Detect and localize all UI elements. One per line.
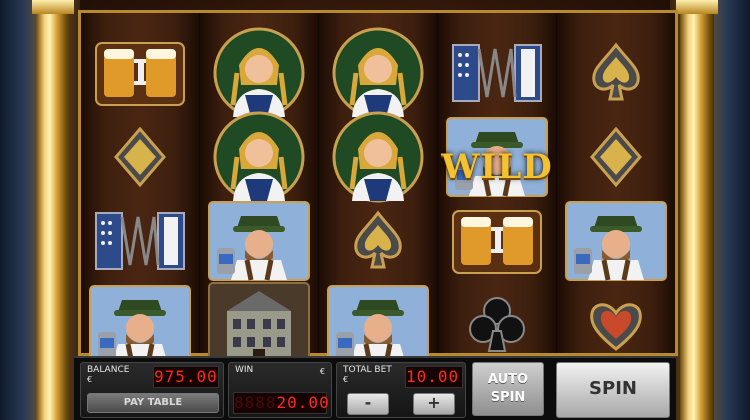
- win-display: 888820.00: [233, 392, 330, 414]
- reel-2: [200, 13, 319, 368]
- reels-grid: WILD: [78, 10, 678, 368]
- total-bet-label: TOTAL BET: [343, 365, 392, 375]
- bet-minus-button[interactable]: -: [347, 393, 389, 415]
- right-gold-pillar: [676, 0, 718, 420]
- balance-label: BALANCE: [87, 365, 130, 375]
- win-panel: WIN € 888820.00: [228, 362, 332, 418]
- balance-currency: €: [87, 375, 93, 384]
- balance-value: 975.00: [153, 366, 219, 388]
- win-currency: €: [319, 367, 325, 376]
- reel-3: [319, 13, 438, 365]
- control-bar: BALANCE € 975.00 PAY TABLE WIN € 888820.…: [74, 356, 676, 420]
- spin-button[interactable]: SPIN: [556, 362, 670, 418]
- wild-label: WILD: [441, 147, 553, 187]
- slot-game: WILD BALANCE € 975.00 PAY TABLE WIN € 88…: [0, 0, 750, 420]
- auto-spin-line2: SPIN: [490, 390, 526, 405]
- win-ghost-digits: 8888: [234, 393, 277, 412]
- left-gold-pillar: [32, 0, 74, 420]
- balance-panel: BALANCE € 975.00 PAY TABLE: [80, 362, 224, 418]
- auto-spin-line1: AUTO: [487, 372, 529, 387]
- pay-table-button[interactable]: PAY TABLE: [87, 393, 219, 413]
- total-bet-value: 10.00: [405, 366, 463, 388]
- total-bet-panel: TOTAL BET € 10.00 - +: [336, 362, 466, 418]
- win-label: WIN: [235, 365, 254, 375]
- reel-1: [81, 13, 200, 365]
- auto-spin-button[interactable]: AUTO SPIN: [472, 362, 544, 416]
- win-value: 20.00: [276, 393, 330, 412]
- reel-4: WILD: [438, 13, 557, 353]
- reel-5: [557, 13, 675, 353]
- bet-plus-button[interactable]: +: [413, 393, 455, 415]
- total-bet-currency: €: [343, 375, 349, 384]
